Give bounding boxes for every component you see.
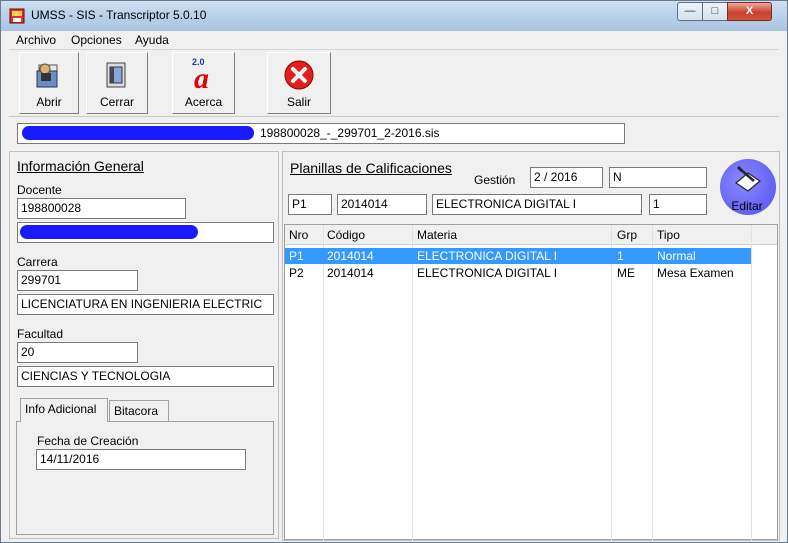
info-general-heading: Información General xyxy=(17,158,144,174)
table-row[interactable]: P1 2014014 ELECTRONICA DIGITAL I 1 Norma… xyxy=(285,248,751,264)
fecha-creacion-field[interactable]: 14/11/2016 xyxy=(36,449,246,470)
menu-ayuda[interactable]: Ayuda xyxy=(135,33,169,47)
sel-grp-field[interactable]: 1 xyxy=(649,194,707,215)
planillas-table[interactable]: Nro Código Materia Grp Tipo P1 2014014 E… xyxy=(284,224,778,541)
open-folder-icon xyxy=(36,63,58,88)
sel-nro-field[interactable]: P1 xyxy=(288,194,332,215)
close-folder-icon xyxy=(106,62,126,88)
cerrar-label: Cerrar xyxy=(99,95,134,109)
redaction-mark xyxy=(22,126,254,140)
cell-grp: ME xyxy=(617,266,635,280)
menu-opciones[interactable]: Opciones xyxy=(71,33,122,47)
main-window: UMSS - SIS - Transcriptor 5.0.10 — □ X A… xyxy=(0,0,788,543)
col-header-nro[interactable]: Nro xyxy=(289,228,308,242)
cerrar-button[interactable]: Cerrar xyxy=(86,52,148,114)
file-path-text: 198800028_-_299701_2-2016.sis xyxy=(260,126,440,140)
maximize-button[interactable]: □ xyxy=(702,2,728,21)
cell-grp: 1 xyxy=(617,249,624,263)
gestion-field[interactable]: 2 / 2016 xyxy=(530,167,603,188)
gestion-label: Gestión xyxy=(474,173,516,187)
cell-materia: ELECTRONICA DIGITAL I xyxy=(417,249,558,263)
docente-name-field[interactable] xyxy=(17,222,274,243)
col-header-tipo[interactable]: Tipo xyxy=(657,228,680,242)
cell-codigo: 2014014 xyxy=(327,266,374,280)
fecha-creacion-label: Fecha de Creación xyxy=(37,434,139,448)
app-icon xyxy=(9,8,25,24)
table-header: Nro Código Materia Grp Tipo xyxy=(285,225,777,245)
sel-materia-field[interactable]: ELECTRONICA DIGITAL I xyxy=(432,194,642,215)
editar-label: Editar xyxy=(731,199,763,213)
cell-materia: ELECTRONICA DIGITAL I xyxy=(417,266,558,280)
acerca-button[interactable]: a 2.0 Acerca xyxy=(172,52,235,114)
tab-bitacora[interactable]: Bitacora xyxy=(109,400,169,422)
exit-icon xyxy=(284,60,314,90)
minimize-button[interactable]: — xyxy=(677,2,703,21)
col-header-grp[interactable]: Grp xyxy=(617,228,637,242)
facultad-name-field[interactable]: CIENCIAS Y TECNOLOGIA xyxy=(17,366,274,387)
facultad-label: Facultad xyxy=(17,327,64,341)
carrera-name-field[interactable]: LICENCIATURA EN INGENIERIA ELECTRIC xyxy=(17,294,274,315)
facultad-code-field[interactable]: 20 xyxy=(17,342,138,363)
tab-info-adicional[interactable]: Info Adicional xyxy=(20,398,108,422)
planillas-heading: Planillas de Calificaciones xyxy=(290,160,452,176)
cell-nro: P1 xyxy=(289,249,304,263)
acerca-badge: 2.0 xyxy=(192,57,205,67)
edit-icon xyxy=(734,165,762,192)
cell-tipo: Mesa Examen xyxy=(657,266,734,280)
title-bar[interactable]: UMSS - SIS - Transcriptor 5.0.10 — □ X xyxy=(1,1,787,31)
salir-button[interactable]: Salir xyxy=(267,52,331,114)
window-title: UMSS - SIS - Transcriptor 5.0.10 xyxy=(31,8,207,22)
cell-nro: P2 xyxy=(289,266,304,280)
menu-bar: Archivo Opciones Ayuda xyxy=(9,31,779,50)
toolbar: Abrir Cerrar a 2.0 Acerca Salir xyxy=(9,50,779,117)
table-row[interactable]: P2 2014014 ELECTRONICA DIGITAL I ME Mesa… xyxy=(285,265,751,281)
cell-tipo: Normal xyxy=(657,249,696,263)
editar-button[interactable]: Editar xyxy=(718,159,776,215)
col-header-materia[interactable]: Materia xyxy=(417,228,457,242)
file-path-field[interactable]: 198800028_-_299701_2-2016.sis xyxy=(17,123,625,144)
cell-codigo: 2014014 xyxy=(327,249,374,263)
menu-archivo[interactable]: Archivo xyxy=(16,33,56,47)
gestion-flag-field[interactable]: N xyxy=(609,167,707,188)
docente-code-field[interactable]: 198800028 xyxy=(17,198,186,219)
column-divider xyxy=(751,225,752,541)
salir-label: Salir xyxy=(286,95,311,109)
col-header-codigo[interactable]: Código xyxy=(327,228,365,242)
carrera-label: Carrera xyxy=(17,255,58,269)
abrir-button[interactable]: Abrir xyxy=(19,52,79,114)
redaction-mark xyxy=(20,225,198,239)
carrera-code-field[interactable]: 299701 xyxy=(17,270,138,291)
acerca-label: Acerca xyxy=(184,95,223,109)
close-window-button[interactable]: X xyxy=(727,2,772,21)
abrir-label: Abrir xyxy=(36,95,62,109)
sel-codigo-field[interactable]: 2014014 xyxy=(337,194,427,215)
docente-label: Docente xyxy=(17,183,62,197)
